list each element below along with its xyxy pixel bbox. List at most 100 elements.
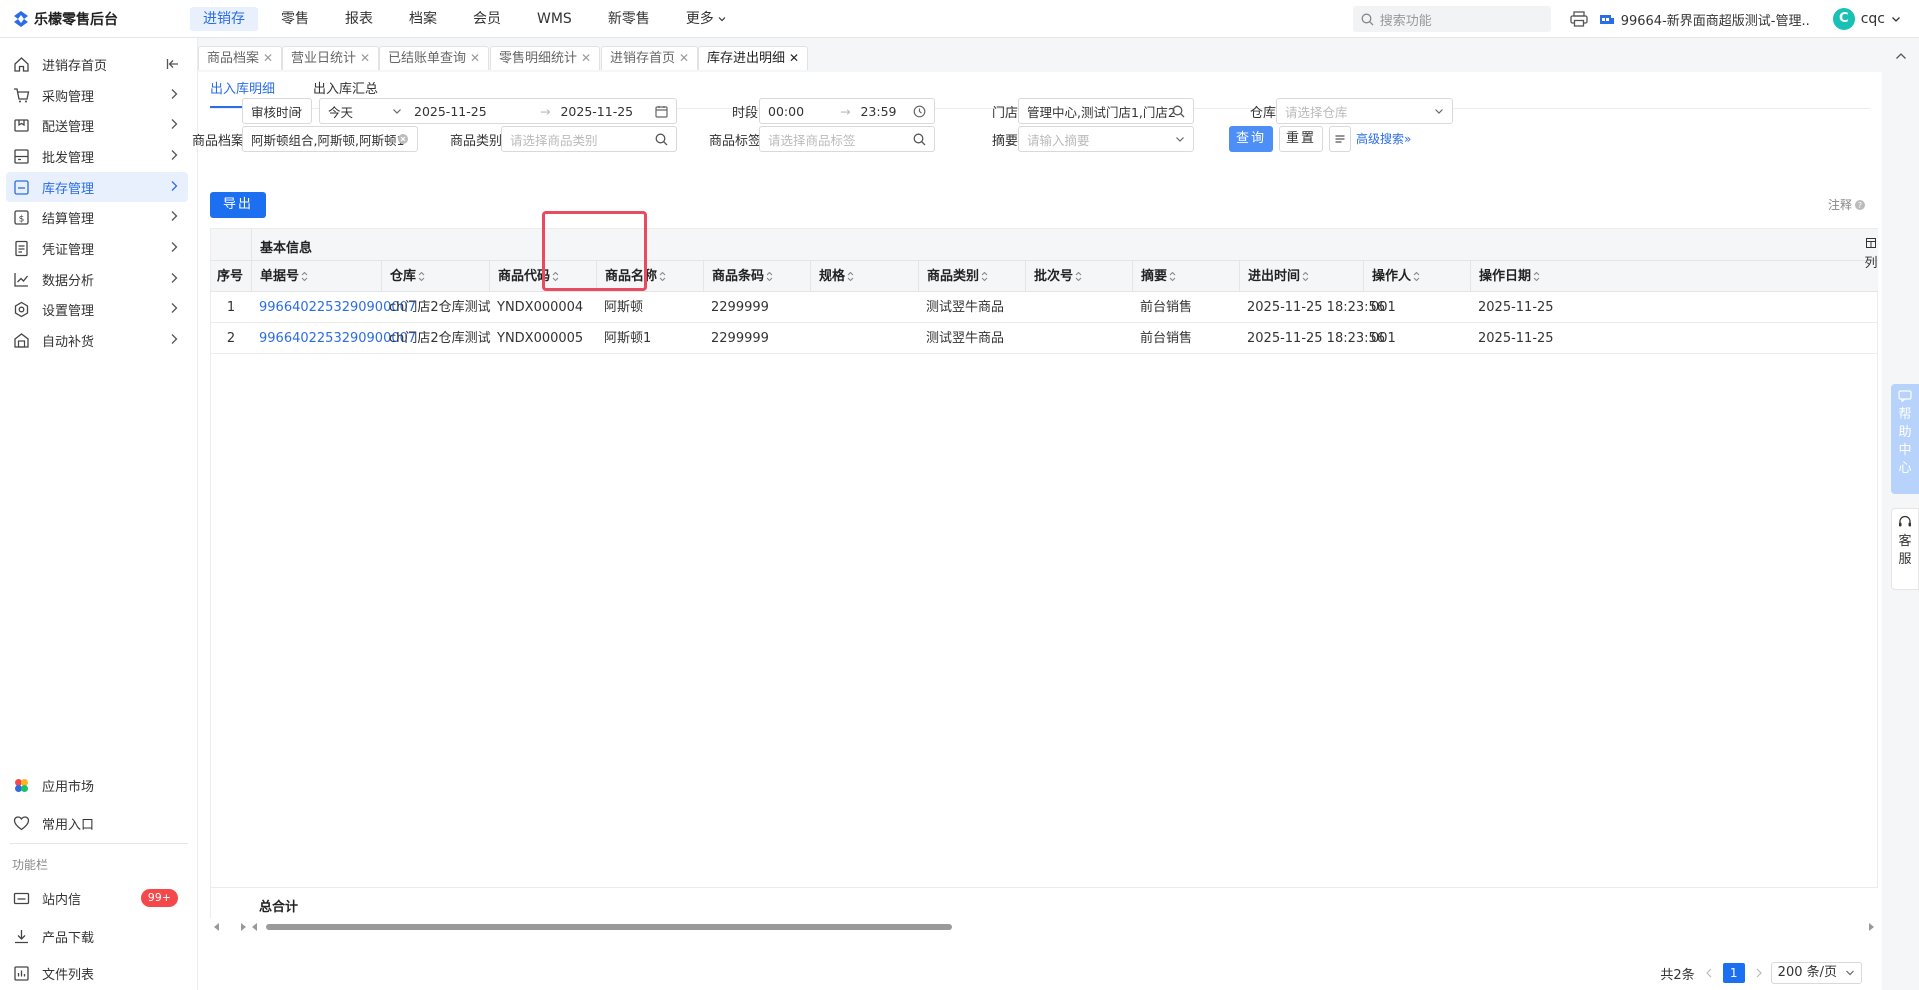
sidebar-item-data-analysis[interactable]: 数据分析 (6, 264, 188, 294)
sidebar-item-favorites[interactable]: 常用入口 (6, 808, 188, 838)
col-header-summary[interactable]: 摘要 (1132, 261, 1239, 292)
sidebar-item-inventory-home[interactable]: 进销存首页 (6, 49, 188, 79)
customer-service-button[interactable]: 客 服 (1891, 508, 1919, 590)
sidebar-item-download[interactable]: 产品下载 (6, 921, 188, 951)
notes-toggle[interactable]: 注释 ? (1828, 196, 1866, 213)
column-settings-button[interactable]: 列 (1863, 237, 1879, 277)
nav-new-retail[interactable]: 新零售 (595, 7, 663, 31)
nav-retail[interactable]: 零售 (268, 7, 322, 31)
sidebar-item-voucher[interactable]: 凭证管理 (6, 233, 188, 263)
store-value: 管理中心,测试门店1,门店2 (1027, 104, 1176, 120)
table-header-row: 序号 单据号 仓库 商品代码 商品名称 商品条码 规格 商品类别 批次号 摘要 … (211, 261, 1878, 292)
sidebar-item-delivery[interactable]: 配送管理 (6, 110, 188, 140)
nav-members[interactable]: 会员 (460, 7, 514, 31)
cell-batch (1025, 323, 1033, 354)
tab-retail-detail[interactable]: 零售明细统计 ✕ (490, 46, 601, 70)
summary-select[interactable]: 请输入摘要 (1018, 126, 1194, 152)
date-type-select[interactable]: 审核时间 (242, 98, 312, 124)
time-start[interactable]: 00:00 (768, 104, 830, 119)
nav-inventory[interactable]: 进销存 (190, 6, 258, 31)
sort-icon (418, 271, 425, 282)
col-header-batch[interactable]: 批次号 (1025, 261, 1132, 292)
category-select[interactable]: 请选择商品类别 (501, 126, 677, 152)
collapse-sidebar-icon[interactable] (166, 57, 180, 71)
nav-more-label: 更多 (685, 10, 714, 27)
print-button[interactable] (1569, 9, 1589, 29)
chevron-right-icon[interactable] (1755, 968, 1763, 978)
time-end[interactable]: 23:59 (860, 104, 896, 119)
sidebar-item-files[interactable]: 文件列表 (6, 958, 188, 988)
store-switcher[interactable]: 99664-新界面商超版测试-管理... (1599, 10, 1811, 29)
nav-reports[interactable]: 报表 (332, 7, 386, 31)
tab-daily-stats[interactable]: 营业日统计 ✕ (282, 46, 380, 70)
sidebar-item-wholesale[interactable]: 批发管理 (6, 141, 188, 171)
warehouse-select[interactable]: 请选择仓库 (1276, 98, 1453, 124)
cell-op-date: 2025-11-25 (1478, 331, 1554, 346)
table-row[interactable]: 2 9966402253290900007 ch门店2仓库测试 YNDX0000… (211, 323, 1878, 354)
top-right-area: 搜索功能 99664-新界面商超版测试-管理... C cqc (1352, 0, 1919, 38)
col-header-warehouse[interactable]: 仓库 (381, 261, 489, 292)
col-header-spec[interactable]: 规格 (810, 261, 918, 292)
sidebar-item-stock[interactable]: 库存管理 (6, 172, 188, 202)
tab-settled-bills[interactable]: 已结账单查询 ✕ (379, 46, 490, 70)
search-placeholder: 搜索功能 (1379, 13, 1432, 29)
close-icon[interactable]: ✕ (263, 51, 273, 65)
sidebar-item-settlement[interactable]: $ 结算管理 (6, 202, 188, 232)
time-range-picker[interactable]: 00:00 → 23:59 (759, 98, 935, 124)
col-header-op-date[interactable]: 操作日期 (1470, 261, 1578, 292)
col-header-operator[interactable]: 操作人 (1363, 261, 1470, 292)
date-end[interactable]: 2025-11-25 (560, 104, 633, 119)
sidebar-item-inbox[interactable]: 站内信 99+ (6, 883, 188, 913)
close-icon[interactable]: ✕ (360, 51, 370, 65)
chevron-right-icon (171, 150, 178, 160)
table-row[interactable]: 1 9966402253290900007 ch门店2仓库测试 YNDX0000… (211, 292, 1878, 323)
tab-product-archive[interactable]: 商品档案 ✕ (198, 46, 283, 70)
product-select[interactable]: 阿斯顿组合,阿斯顿,阿斯顿1 (242, 126, 418, 152)
reset-button[interactable]: 重置 (1279, 126, 1323, 152)
function-search-input[interactable]: 搜索功能 (1352, 6, 1551, 32)
col-header-doc-no[interactable]: 单据号 (251, 261, 381, 292)
sidebar-item-label: 产品下载 (42, 930, 95, 946)
page-size-select[interactable]: 200 条/页 (1770, 962, 1862, 984)
app-logo[interactable]: 乐檬零售后台 (0, 9, 190, 29)
close-icon[interactable]: ✕ (679, 51, 689, 65)
clear-icon[interactable] (397, 133, 409, 145)
sidebar-item-purchase[interactable]: 采购管理 (6, 80, 188, 110)
advanced-search-link[interactable]: 高级搜索» (1356, 130, 1411, 147)
user-menu[interactable]: C cqc (1832, 8, 1901, 30)
tab-inventory-home[interactable]: 进销存首页 ✕ (601, 46, 699, 70)
filter-settings-button[interactable] (1329, 126, 1351, 152)
export-button[interactable]: 导出 (210, 192, 266, 218)
chevron-left-icon[interactable] (1705, 968, 1713, 978)
scrollbar-thumb[interactable] (266, 924, 952, 930)
date-start[interactable]: 2025-11-25 (414, 104, 530, 119)
col-header-in-out-time[interactable]: 进出时间 (1239, 261, 1363, 292)
help-center-button[interactable]: 帮 助 中 心 (1891, 384, 1919, 494)
nav-archives[interactable]: 档案 (396, 7, 450, 31)
sidebar-item-auto-replenish[interactable]: 自动补货 (6, 325, 188, 355)
store-select[interactable]: 管理中心,测试门店1,门店2 (1018, 98, 1194, 124)
warehouse-label: 仓库 (1249, 106, 1276, 121)
nav-wms[interactable]: WMS (524, 7, 585, 31)
sidebar-item-settings[interactable]: 设置管理 (6, 294, 188, 324)
caret-right-icon[interactable] (240, 923, 246, 931)
caret-right-icon[interactable] (1868, 923, 1874, 931)
close-icon[interactable]: ✕ (581, 51, 591, 65)
caret-left-icon[interactable] (214, 923, 220, 931)
close-icon[interactable]: ✕ (789, 51, 799, 65)
close-icon[interactable]: ✕ (470, 51, 480, 65)
col-header-barcode[interactable]: 商品条码 (703, 261, 810, 292)
page-number-current[interactable]: 1 (1722, 963, 1745, 983)
date-range-picker[interactable]: 今天 2025-11-25 → 2025-11-25 (319, 98, 677, 124)
sort-icon (766, 271, 773, 282)
col-header-label: 仓库 (390, 269, 417, 284)
col-header-category[interactable]: 商品类别 (918, 261, 1025, 292)
nav-more[interactable]: 更多 (673, 7, 739, 31)
query-button[interactable]: 查询 (1229, 126, 1273, 152)
sidebar-item-app-market[interactable]: 应用市场 (6, 770, 188, 800)
tab-stock-in-out-detail[interactable]: 库存进出明细 ✕ (698, 46, 809, 70)
caret-left-icon[interactable] (252, 923, 258, 931)
chevron-up-icon[interactable] (1895, 52, 1907, 60)
horizontal-scrollbar[interactable] (210, 920, 1878, 934)
tag-select[interactable]: 请选择商品标签 (759, 126, 935, 152)
